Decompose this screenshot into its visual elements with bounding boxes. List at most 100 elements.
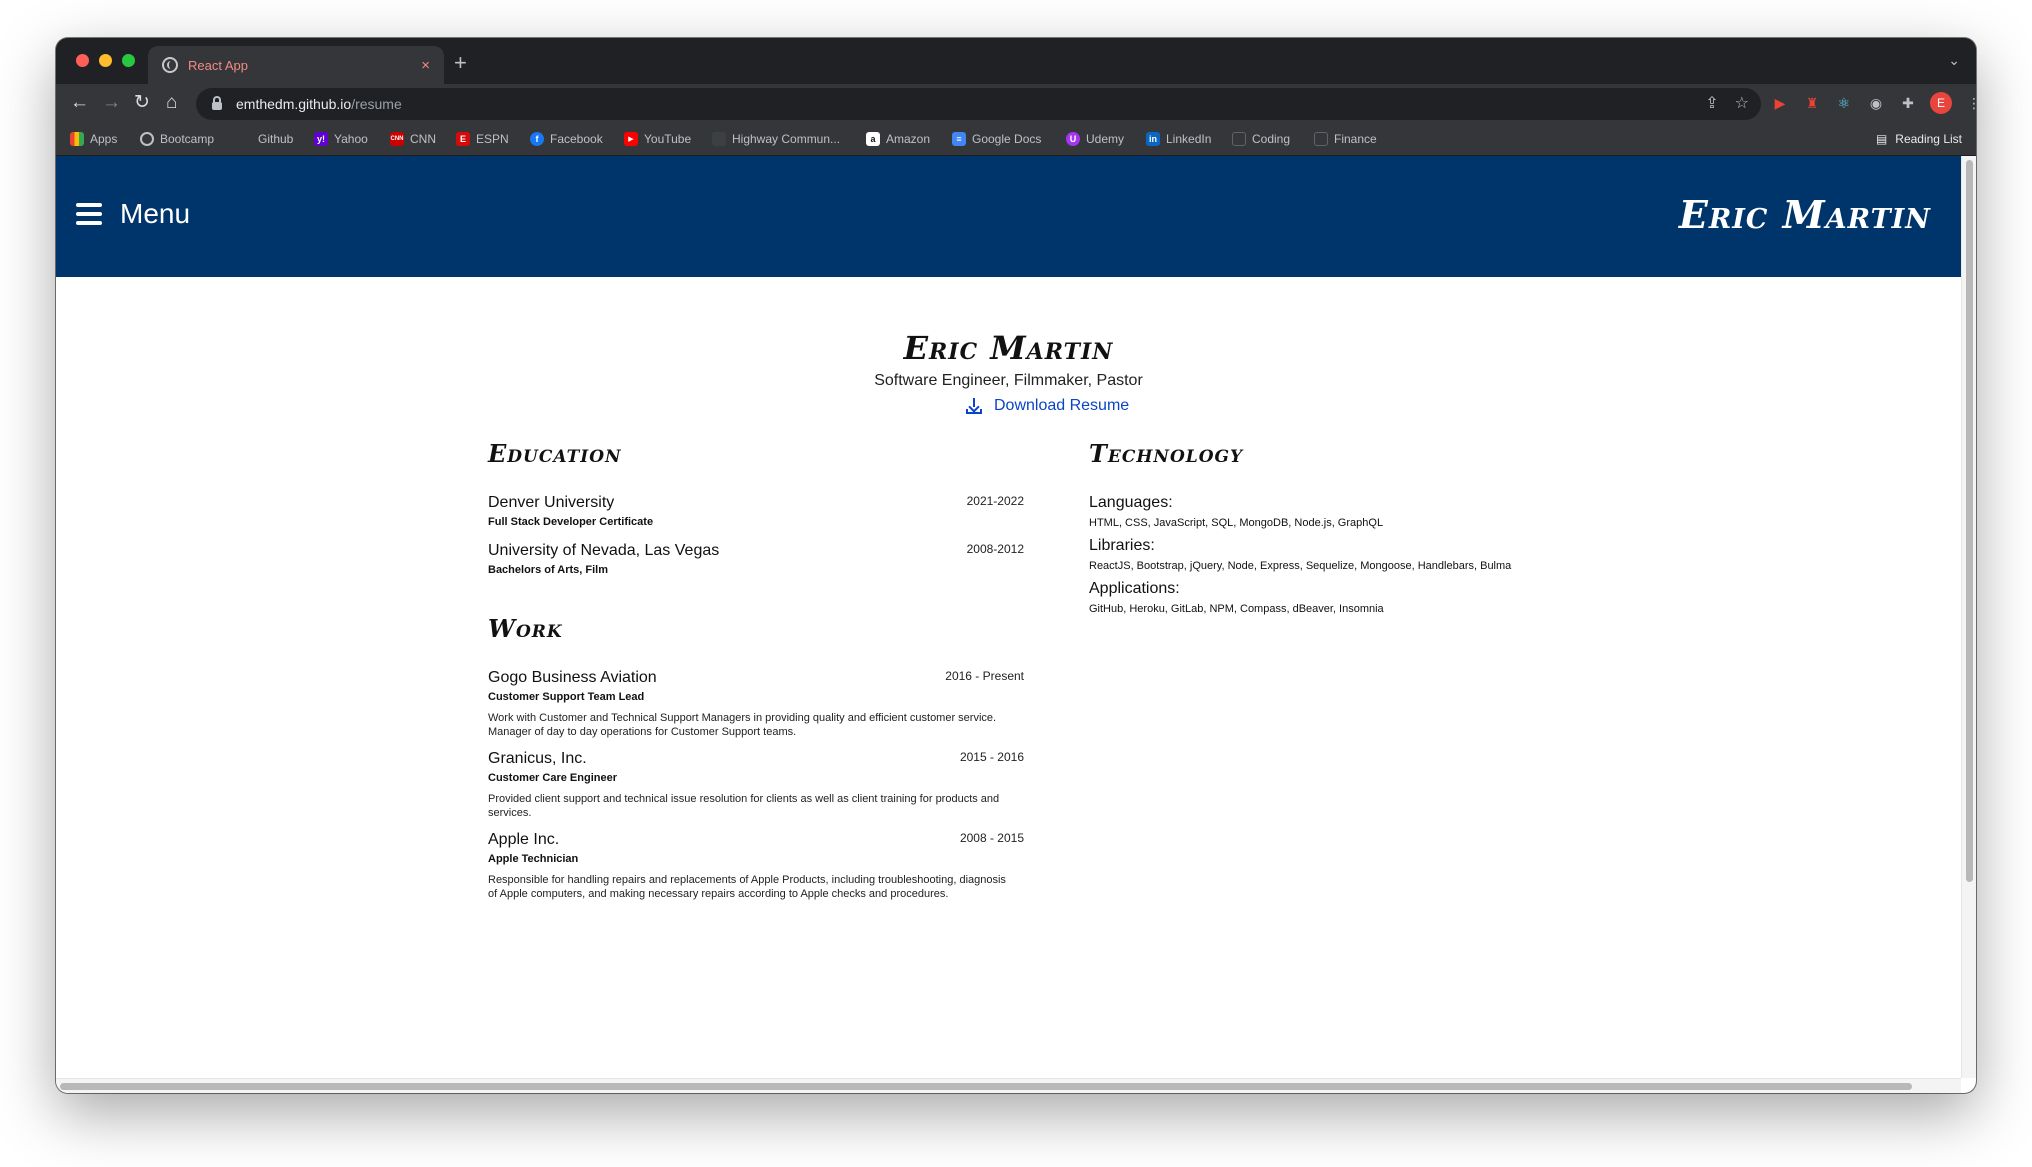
back-button[interactable]: ←: [70, 92, 89, 114]
bookmark-amazon[interactable]: a Amazon: [866, 132, 930, 146]
react-devtools-icon[interactable]: ⚛: [1834, 93, 1854, 113]
extension-video-icon[interactable]: ▶: [1770, 93, 1790, 113]
browser-window: React App × + ⌄ ← → ↻ ⌂ emthedm.github.i…: [56, 38, 1976, 1093]
tab-title: React App: [188, 57, 248, 73]
bookmark-facebook[interactable]: f Facebook: [530, 132, 603, 146]
bookmark-label: Udemy: [1086, 132, 1125, 146]
apps-grid-icon: [70, 132, 84, 146]
maximize-window-button[interactable]: [122, 54, 135, 67]
vertical-scrollbar[interactable]: [1961, 156, 1976, 1078]
tech-category-label: Libraries:: [1089, 537, 1155, 554]
reading-list-button[interactable]: ▤ Reading List: [1876, 132, 1962, 146]
google-docs-icon: ≡: [952, 132, 966, 146]
tab-react-app[interactable]: React App ×: [148, 46, 444, 84]
bookmark-google-docs[interactable]: ≡ Google Docs: [952, 132, 1041, 146]
bookmark-label: ESPN: [476, 132, 509, 146]
bookmark-label: Yahoo: [334, 132, 368, 146]
tab-search-icon[interactable]: ⌄: [1948, 52, 1960, 69]
address-bar-actions: ⇪ ☆: [1705, 93, 1749, 113]
bookmark-yahoo[interactable]: y! Yahoo: [314, 132, 368, 146]
bookmark-highway[interactable]: Highway Commun...: [712, 132, 840, 146]
job-role: Customer Care Engineer: [488, 772, 617, 784]
menu-label: Menu: [120, 198, 191, 229]
education-entry: University of Nevada, Las Vegas 2008-201…: [488, 542, 1024, 576]
new-tab-button[interactable]: +: [454, 52, 467, 74]
bookmark-label: YouTube: [644, 132, 692, 146]
tech-category-items: GitHub, Heroku, GitLab, NPM, Compass, dB…: [1089, 603, 1384, 615]
bookmark-label: Github: [258, 132, 294, 146]
folder-icon: [1314, 132, 1328, 146]
bookmark-label: Apps: [90, 132, 118, 146]
vertical-scroll-thumb[interactable]: [1966, 160, 1973, 882]
bookmark-label: Facebook: [550, 132, 603, 146]
bookmark-folder-finance[interactable]: Finance: [1314, 132, 1377, 146]
bookmark-label: Google Docs: [972, 132, 1042, 146]
entry-date: 2015 - 2016: [959, 750, 1024, 764]
company-name: Apple Inc.: [488, 831, 560, 848]
degree: Bachelors of Arts, Film: [488, 564, 609, 576]
horizontal-scroll-thumb[interactable]: [60, 1083, 1912, 1090]
bookmark-bootcamp[interactable]: Bootcamp: [140, 132, 214, 146]
hamburger-icon: [76, 203, 102, 225]
menu-button[interactable]: Menu: [76, 198, 190, 230]
browser-menu-icon[interactable]: ⋮: [1964, 93, 1976, 113]
download-resume-link[interactable]: Download Resume: [966, 397, 1129, 415]
tech-category-items: HTML, CSS, JavaScript, SQL, MongoDB, Nod…: [1089, 517, 1384, 529]
reading-list-label: Reading List: [1895, 132, 1962, 146]
bookmark-udemy[interactable]: U Udemy: [1066, 132, 1124, 146]
bookmark-star-icon[interactable]: ☆: [1735, 93, 1749, 113]
facebook-icon: f: [530, 132, 544, 146]
degree: Full Stack Developer Certificate: [488, 516, 654, 528]
close-window-button[interactable]: [76, 54, 89, 67]
bookmark-github[interactable]: Github: [238, 132, 293, 146]
site-brand[interactable]: Eric Martin: [1679, 192, 1931, 237]
tech-category-label: Applications:: [1089, 580, 1180, 597]
lock-icon[interactable]: [212, 96, 222, 110]
camera-icon[interactable]: ◉: [1866, 93, 1886, 113]
puzzle-extensions-icon[interactable]: ✚: [1898, 93, 1918, 113]
bookmark-espn[interactable]: E ESPN: [456, 132, 509, 146]
bookmarks-bar: Apps Bootcamp Github y! Yahoo CNN CNN E …: [56, 124, 1976, 156]
address-bar[interactable]: emthedm.github.io/resume ⇪ ☆: [196, 88, 1761, 120]
linkedin-icon: in: [1146, 132, 1160, 146]
reading-list-icon: ▤: [1875, 132, 1888, 146]
bookmark-youtube[interactable]: ▶ YouTube: [624, 132, 691, 146]
resume-subtitle: Software Engineer, Filmmaker, Pastor: [874, 372, 1143, 389]
folder-icon: [1232, 132, 1246, 146]
company-name: Gogo Business Aviation: [488, 669, 657, 686]
entry-date: 2021-2022: [966, 494, 1024, 508]
work-entry: Gogo Business Aviation 2016 - Present Cu…: [488, 669, 1024, 739]
job-description: Work with Customer and Technical Support…: [488, 712, 997, 738]
profile-avatar[interactable]: E: [1930, 92, 1952, 114]
company-name: Granicus, Inc.: [488, 750, 587, 767]
bookmark-folder-coding[interactable]: Coding: [1232, 132, 1290, 146]
tech-category-items: ReactJS, Bootstrap, jQuery, Node, Expres…: [1089, 560, 1512, 572]
tab-close-icon[interactable]: ×: [421, 57, 430, 74]
resume-content: Eric Martin Software Engineer, Filmmaker…: [56, 277, 1961, 1093]
bookmark-label: Bootcamp: [160, 132, 215, 146]
extension-red-icon[interactable]: ♜: [1802, 93, 1822, 113]
entry-date: 2016 - Present: [945, 669, 1024, 683]
window-controls: [76, 54, 135, 67]
url-path: /resume: [351, 96, 402, 112]
bookmark-label: Highway Commun...: [732, 132, 841, 146]
tab-strip: React App × + ⌄: [56, 38, 1976, 84]
udemy-icon: U: [1066, 132, 1080, 146]
forward-button[interactable]: →: [102, 92, 121, 114]
minimize-window-button[interactable]: [99, 54, 112, 67]
bookmark-apps[interactable]: Apps: [70, 132, 117, 146]
bookmark-linkedin[interactable]: in LinkedIn: [1146, 132, 1211, 146]
github-icon: [238, 132, 252, 146]
share-icon[interactable]: ⇪: [1705, 93, 1718, 113]
download-icon: [966, 398, 982, 414]
horizontal-scrollbar[interactable]: [56, 1078, 1961, 1093]
url-host: emthedm.github.io: [236, 96, 352, 112]
entry-date: 2008 - 2015: [959, 831, 1024, 845]
reload-button[interactable]: ↻: [134, 92, 150, 114]
home-button[interactable]: ⌂: [166, 92, 177, 114]
bookmark-cnn[interactable]: CNN CNN: [390, 132, 436, 146]
bookmark-label: LinkedIn: [1166, 132, 1212, 146]
bookmark-label: Amazon: [886, 132, 931, 146]
job-role: Apple Technician: [488, 853, 579, 865]
bookmark-label: CNN: [410, 132, 436, 146]
